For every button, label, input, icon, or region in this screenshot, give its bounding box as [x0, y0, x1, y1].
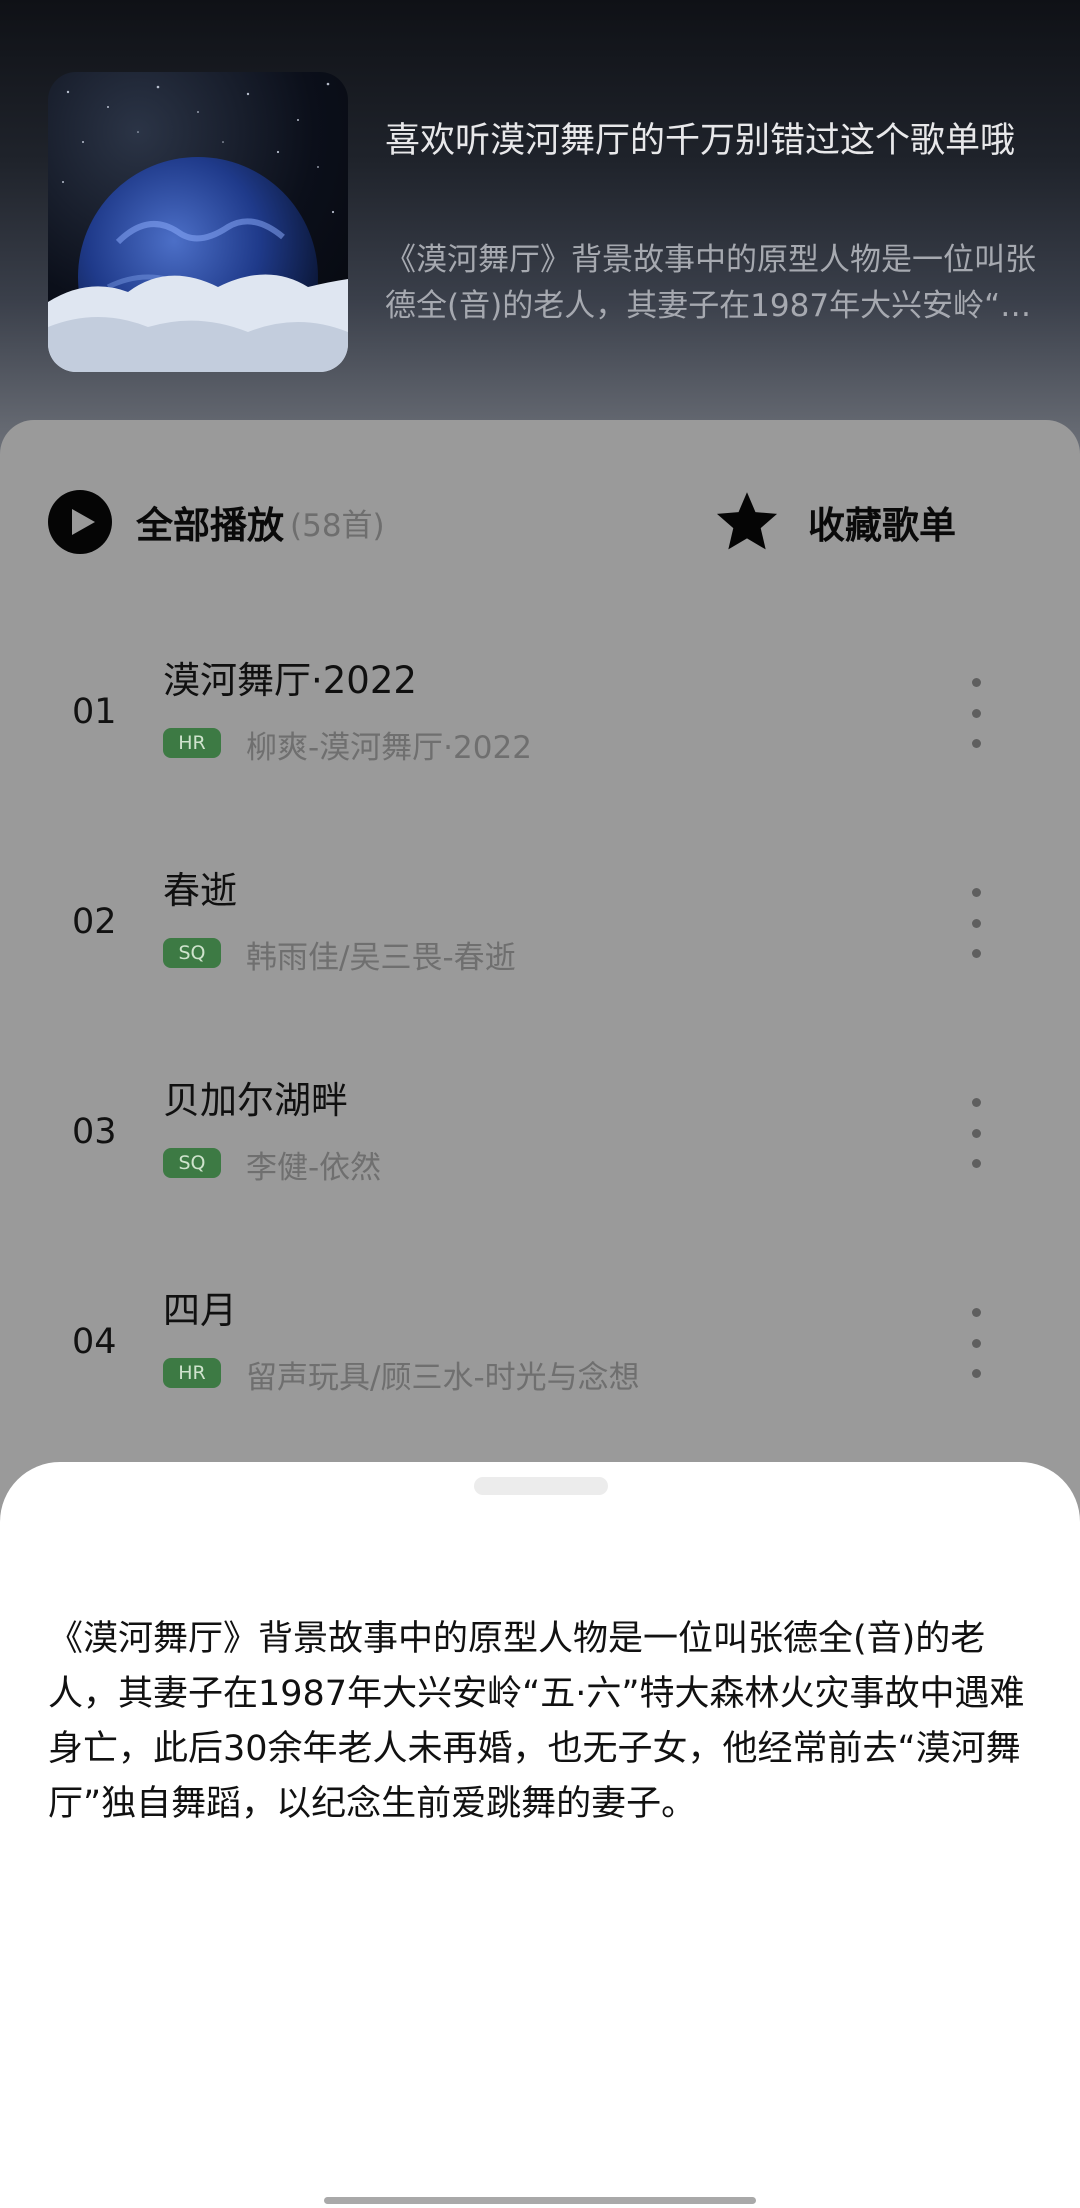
- track-list: 01 漠河舞厅·2022 HR 柳爽-漠河舞厅·2022 02 春逝 SQ 韩雨…: [0, 630, 1080, 1470]
- play-all-button[interactable]: 全部播放 (58首): [48, 482, 385, 562]
- home-indicator[interactable]: [324, 2197, 756, 2204]
- quality-badge: SQ: [163, 938, 221, 968]
- action-bar: 全部播放 (58首) 收藏歌单: [0, 482, 1080, 562]
- quality-badge: HR: [163, 728, 221, 758]
- more-vertical-icon[interactable]: [968, 1098, 984, 1168]
- playlist-header: 喜欢听漠河舞厅的千万别错过这个歌单哦 《漠河舞厅》背景故事中的原型人物是一位叫张…: [0, 0, 1080, 460]
- track-number: 01: [72, 692, 117, 732]
- track-title: 漠河舞厅·2022: [163, 659, 417, 702]
- track-title: 春逝: [163, 869, 237, 912]
- track-artist-album: 留声玩具/顾三水-时光与念想: [246, 1360, 640, 1396]
- track-row[interactable]: 02 春逝 SQ 韩雨佳/吴三畏-春逝: [0, 840, 1080, 1050]
- track-row[interactable]: 03 贝加尔湖畔 SQ 李健-依然: [0, 1050, 1080, 1260]
- planet-cover-icon: [48, 82, 348, 372]
- favorite-label: 收藏歌单: [808, 504, 956, 547]
- track-number: 04: [72, 1322, 117, 1362]
- playlist-cover-image[interactable]: [48, 72, 348, 372]
- star-icon: [716, 492, 778, 550]
- quality-badge: SQ: [163, 1148, 221, 1178]
- play-all-label: 全部播放: [136, 504, 284, 547]
- play-circle-icon: [48, 490, 112, 554]
- more-vertical-icon[interactable]: [968, 1308, 984, 1378]
- playlist-description[interactable]: 《漠河舞厅》背景故事中的原型人物是一位叫张德全(音)的老人，其妻子在1987年大…: [385, 237, 1045, 333]
- more-vertical-icon[interactable]: [968, 888, 984, 958]
- track-title: 贝加尔湖畔: [163, 1079, 348, 1122]
- sheet-drag-handle[interactable]: [474, 1477, 608, 1495]
- full-description-text: 《漠河舞厅》背景故事中的原型人物是一位叫张德全(音)的老人，其妻子在1987年大…: [48, 1619, 1025, 1824]
- quality-badge: HR: [163, 1358, 221, 1388]
- track-artist-album: 韩雨佳/吴三畏-春逝: [246, 940, 516, 976]
- playlist-title: 喜欢听漠河舞厅的千万别错过这个歌单哦: [385, 121, 1016, 161]
- track-number: 02: [72, 902, 117, 942]
- description-bottom-sheet: 《漠河舞厅》背景故事中的原型人物是一位叫张德全(音)的老人，其妻子在1987年大…: [0, 1462, 1080, 2208]
- more-vertical-icon[interactable]: [968, 678, 984, 748]
- track-title: 四月: [163, 1289, 237, 1332]
- favorite-playlist-button[interactable]: 收藏歌单: [712, 482, 956, 562]
- track-number: 03: [72, 1112, 117, 1152]
- track-row[interactable]: 01 漠河舞厅·2022 HR 柳爽-漠河舞厅·2022: [0, 630, 1080, 840]
- track-count: (58首): [290, 507, 385, 544]
- track-artist-album: 柳爽-漠河舞厅·2022: [246, 730, 532, 766]
- track-row[interactable]: 04 四月 HR 留声玩具/顾三水-时光与念想: [0, 1260, 1080, 1470]
- track-artist-album: 李健-依然: [246, 1150, 382, 1186]
